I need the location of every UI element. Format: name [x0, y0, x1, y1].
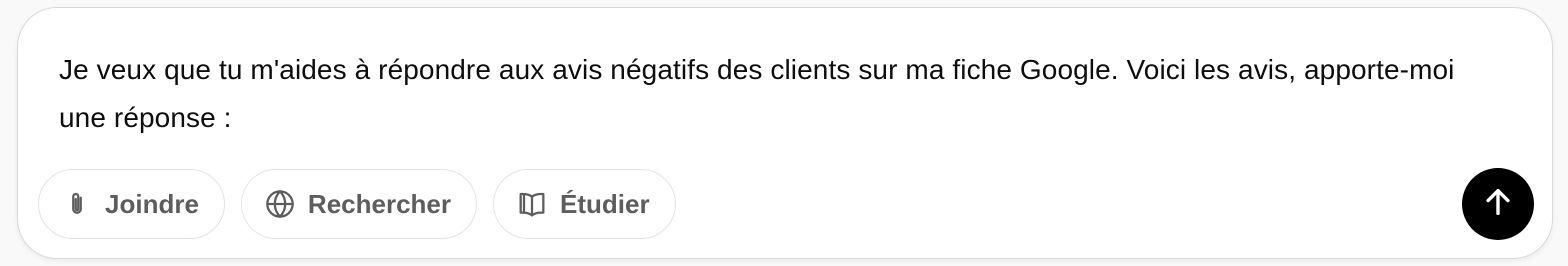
message-composer: Je veux que tu m'aides à répondre aux av… [17, 7, 1553, 259]
attach-button[interactable]: Joindre [38, 169, 225, 239]
send-button[interactable] [1462, 168, 1534, 240]
paperclip-icon [61, 188, 93, 220]
search-button-label: Rechercher [307, 188, 451, 219]
study-button[interactable]: Étudier [493, 169, 676, 239]
attach-button-label: Joindre [105, 188, 199, 219]
search-button[interactable]: Rechercher [240, 169, 477, 239]
prompt-input[interactable]: Je veux que tu m'aides à répondre aux av… [59, 46, 1499, 142]
globe-icon [264, 188, 296, 220]
arrow-up-icon [1481, 185, 1515, 224]
composer-toolbar: Joindre Rechercher Étudier [38, 169, 676, 239]
book-icon [516, 188, 548, 220]
study-button-label: Étudier [560, 188, 650, 219]
